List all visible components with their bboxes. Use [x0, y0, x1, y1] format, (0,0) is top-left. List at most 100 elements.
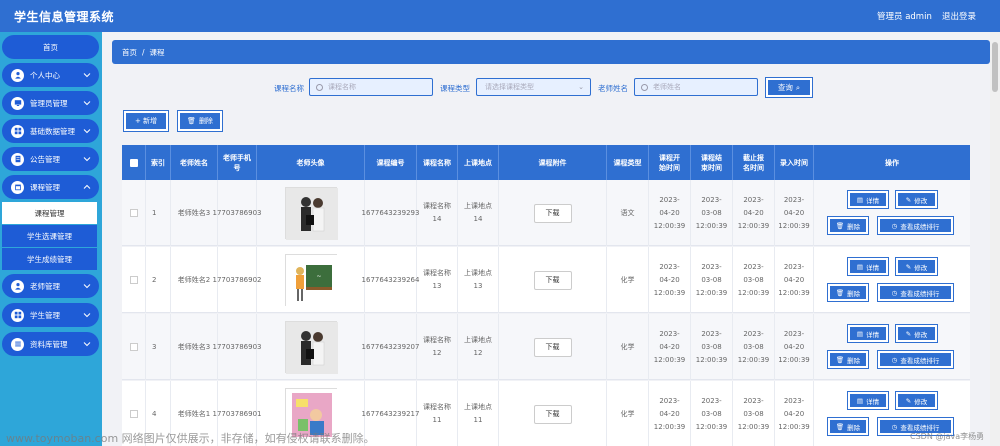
sidebar-item-student[interactable]: 学生管理	[2, 303, 99, 327]
edit-button[interactable]: ✎ 修改	[895, 324, 938, 343]
scrollbar-thumb[interactable]	[992, 42, 998, 92]
submenu-score-manage[interactable]: 学生成绩管理	[2, 248, 97, 270]
detail-button[interactable]: ▤ 详情	[847, 391, 889, 410]
sidebar-item-label: 基础数据管理	[30, 126, 75, 136]
document-icon: ▤	[856, 195, 864, 204]
cell-created: 2023-04-20 12:00:39	[775, 180, 814, 246]
edit-label: 修改	[914, 263, 928, 272]
cell-course-code: 1677643239293	[362, 180, 419, 246]
submenu-course-selection[interactable]: 学生选课管理	[2, 225, 97, 247]
col-course-name: 课程名称	[417, 145, 458, 180]
detail-button[interactable]: ▤ 详情	[847, 257, 889, 276]
search-icon: ⌕	[795, 82, 801, 92]
table-row[interactable]: 3 老师姓名3 17703786903 1677643239207 课程名称12 上课地点…	[122, 314, 970, 380]
edit-button[interactable]: ✎ 修改	[895, 190, 938, 209]
document-icon: ▤	[856, 262, 864, 271]
sidebar-item-personal-center[interactable]: 个人中心	[2, 63, 99, 87]
sidebar-item-basic-data[interactable]: 基础数据管理	[2, 119, 99, 143]
sidebar-item-home[interactable]: 首页	[2, 35, 99, 59]
download-button[interactable]: 下载	[533, 337, 572, 357]
score-rank-button[interactable]: ◷ 查看成绩排行	[877, 283, 954, 302]
delete-button[interactable]: 🗑 删除	[177, 110, 223, 132]
cell-teacher-name: 老师姓名3	[171, 314, 218, 380]
table-row[interactable]: 1 老师姓名3 17703786903 1677643239293 课程名称14 上课地点…	[122, 180, 970, 246]
sidebar-item-library[interactable]: 资料库管理	[2, 332, 99, 356]
sidebar-item-admin[interactable]: 管理员管理	[2, 91, 99, 115]
sidebar-item-notice[interactable]: 公告管理	[2, 147, 99, 171]
teacher-name-input[interactable]: 老师姓名	[634, 78, 758, 96]
sidebar-item-teacher[interactable]: 老师管理	[2, 274, 99, 298]
cell-select	[122, 247, 146, 313]
pencil-icon: ✎	[905, 396, 912, 405]
row-delete-button[interactable]: 🗑 删除	[827, 350, 869, 369]
cell-place: 上课地点11	[458, 381, 499, 446]
page-scrollbar[interactable]	[990, 32, 1000, 446]
row-delete-button[interactable]: 🗑 删除	[827, 417, 869, 436]
col-deadline: 截止报名时间	[733, 145, 775, 180]
row-checkbox[interactable]	[129, 410, 138, 418]
detail-button[interactable]: ▤ 详情	[847, 190, 889, 209]
table-row[interactable]: 2 老师姓名2 17703786902 ~1677643239264 课程名称13 上课地…	[122, 247, 970, 313]
download-button[interactable]: 下载	[533, 270, 572, 290]
col-index: 索引	[146, 145, 171, 180]
row-delete-button[interactable]: 🗑 删除	[827, 283, 869, 302]
clock-icon: ◷	[891, 288, 898, 297]
breadcrumb-current: 课程	[149, 47, 165, 57]
edit-label: 修改	[914, 196, 928, 205]
course-name-input[interactable]: 课程名称	[309, 78, 433, 96]
teacher-avatar-image[interactable]	[284, 321, 338, 374]
edit-button[interactable]: ✎ 修改	[895, 391, 938, 410]
sidebar: 首页 个人中心 管理员管理 基础数据管理 公告管理 课程管理 课程管理 学生选课…	[0, 32, 102, 446]
cell-attachment: 下载	[499, 381, 607, 446]
edit-label: 修改	[914, 397, 928, 406]
cell-select	[122, 314, 146, 380]
row-checkbox[interactable]	[129, 343, 138, 351]
delete-label: 删除	[847, 423, 861, 432]
row-delete-button[interactable]: 🗑 删除	[827, 216, 869, 235]
cell-index: 2	[146, 247, 171, 313]
query-button[interactable]: 查询 ⌕	[765, 77, 813, 98]
chevron-up-icon	[83, 184, 91, 189]
select-all-checkbox[interactable]	[129, 158, 138, 167]
download-button[interactable]: 下载	[533, 203, 572, 223]
cell-place: 上课地点13	[458, 247, 499, 313]
detail-label: 详情	[866, 196, 880, 205]
detail-button[interactable]: ▤ 详情	[847, 324, 889, 343]
cell-teacher-phone: 17703786902	[213, 247, 262, 313]
breadcrumb-home[interactable]: 首页	[122, 47, 137, 58]
score-rank-button[interactable]: ◷ 查看成绩排行	[877, 216, 954, 235]
sidebar-item-label: 学生管理	[30, 310, 60, 320]
edit-label: 修改	[914, 330, 928, 339]
col-start-time: 课程开始时间	[649, 145, 691, 180]
submenu-course-manage[interactable]: 课程管理	[2, 202, 97, 224]
sidebar-item-course[interactable]: 课程管理	[2, 175, 99, 199]
delete-label: 删除	[847, 356, 861, 365]
cell-teacher-phone: 17703786903	[213, 180, 262, 246]
edit-button[interactable]: ✎ 修改	[895, 257, 938, 276]
cell-actions: ▤ 详情 ✎ 修改 🗑 删除 ◷ 查看成绩排行	[814, 247, 970, 313]
cell-avatar	[257, 180, 365, 246]
delete-label: 删除	[847, 289, 861, 298]
cell-course-type: 化学	[607, 247, 649, 313]
row-checkbox[interactable]	[129, 209, 138, 217]
col-place: 上课地点	[458, 145, 499, 180]
course-type-select[interactable]: 请选择课程类型 ⌄	[476, 78, 591, 96]
sidebar-item-label: 老师管理	[30, 281, 60, 291]
teacher-avatar-image[interactable]	[284, 187, 338, 240]
teacher-avatar-image[interactable]: ~	[284, 254, 338, 307]
chevron-down-icon	[83, 129, 91, 134]
download-button[interactable]: 下载	[533, 404, 572, 424]
col-course-code: 课程编号	[365, 145, 417, 180]
trash-icon: 🗑	[835, 422, 845, 431]
row-checkbox[interactable]	[129, 276, 138, 284]
detail-label: 详情	[866, 263, 880, 272]
logout-link[interactable]: 退出登录	[942, 10, 976, 22]
sidebar-item-label: 管理员管理	[30, 98, 68, 108]
score-rank-button[interactable]: ◷ 查看成绩排行	[877, 350, 954, 369]
document-icon: ▤	[856, 329, 864, 338]
grid-icon	[11, 308, 24, 322]
add-button[interactable]: + 新增	[123, 110, 169, 132]
sidebar-item-label: 课程管理	[30, 182, 60, 192]
cell-place: 上课地点14	[458, 180, 499, 246]
cell-select	[122, 180, 146, 246]
